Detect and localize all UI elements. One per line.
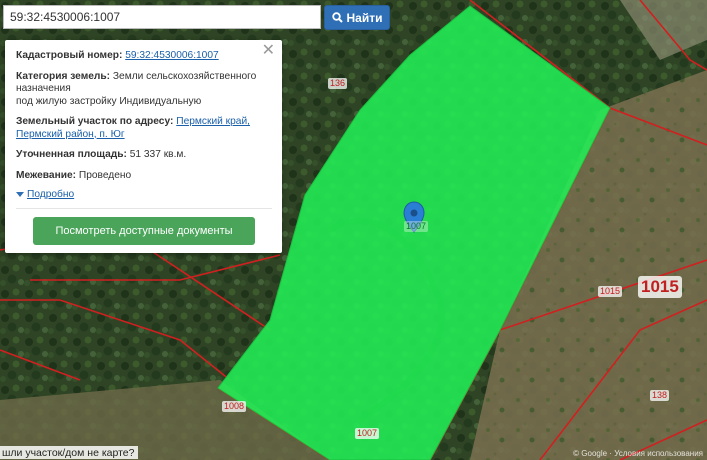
map-label-1015-small: 1015 [598,286,623,297]
map-label-1015: 1015 [638,276,682,298]
survey-value: Проведено [78,169,132,181]
divider [16,208,272,209]
search-icon [331,12,343,23]
more-details-link[interactable]: Подробно [16,189,272,200]
view-documents-button[interactable]: Посмотреть доступные документы [33,217,255,245]
area-value: 51 337 кв.м. [129,149,187,160]
cadastral-number-link[interactable]: 59:32:4530006:1007 [125,50,218,61]
map-attribution: © Google · Условия использования [573,449,703,458]
search-button[interactable]: Найти [324,5,390,30]
survey-label: Межевание: [16,169,77,181]
cadastral-number-row: Кадастровый номер: 59:32:4530006:1007 [16,50,272,63]
map-label-1007-bottom: 1007 [355,428,380,439]
parcel-info-popup: ✕ Кадастровый номер: 59:32:4530006:1007 … [5,40,282,253]
cadastral-number-label: Кадастровый номер: [16,50,123,61]
land-use-value: под жилую застройку Индивидуальную [16,95,202,107]
area-label: Уточненная площадь: [16,149,127,160]
close-icon[interactable]: ✕ [262,43,275,59]
search-input[interactable]: 59:32:4530006:1007 [3,5,321,29]
address-label: Земельный участок по адресу: [16,116,174,127]
survey-row: Межевание: Проведено [16,170,272,183]
search-button-label: Найти [346,10,383,25]
land-category-label: Категория земель: [16,70,111,82]
map-label-138: 138 [650,390,670,401]
area-row: Уточненная площадь: 51 337 кв.м. [16,149,272,162]
map-label-1007-center: 1007 [404,221,429,232]
more-details-label: Подробно [27,189,75,200]
triangle-down-icon [16,192,24,197]
map-label-1008: 1008 [222,401,247,412]
not-found-link[interactable]: шли участок/дом не карте? [0,446,138,459]
map-label-136: 136 [328,78,348,89]
land-category-row: Категория земель: Земли сельскохозяйстве… [16,71,272,109]
address-row: Земельный участок по адресу: Пермский кр… [16,116,272,141]
